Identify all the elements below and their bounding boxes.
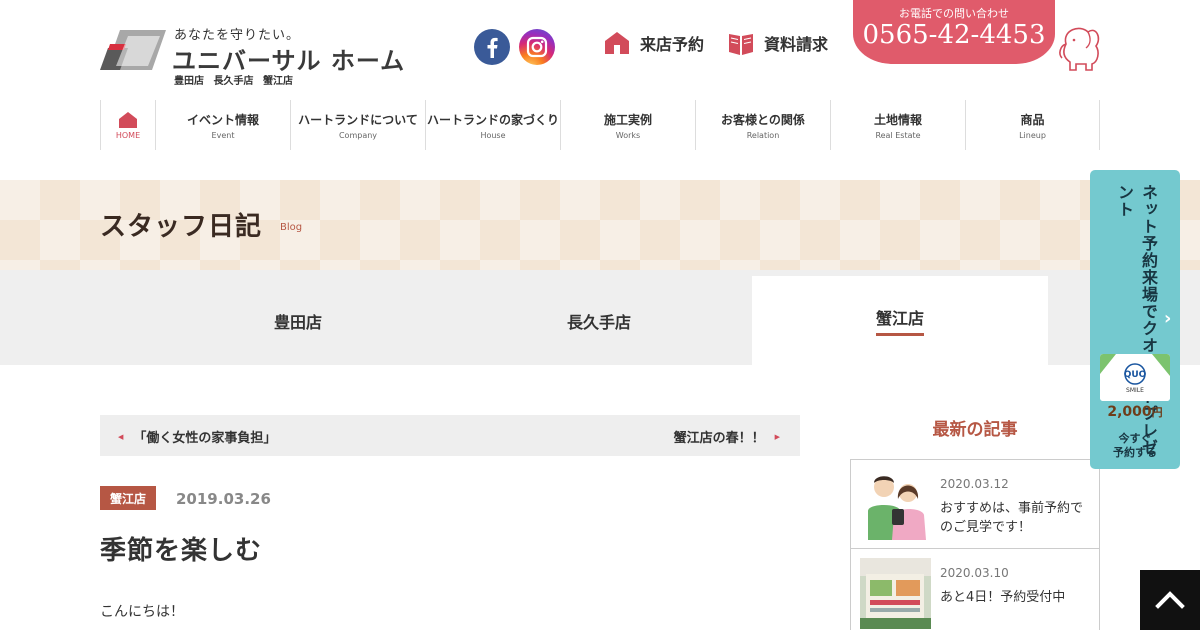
visit-reservation-link[interactable]: 来店予約 — [604, 28, 704, 58]
recent-post-date: 2020.03.10 — [940, 566, 1009, 580]
tab-label: 長久手店 — [566, 312, 631, 332]
nav-home[interactable]: HOME — [100, 100, 155, 150]
quo-sub-text: SMILE — [1126, 387, 1144, 394]
phone-label: お電話での問い合わせ — [899, 7, 1009, 20]
recent-post-date: 2020.03.12 — [940, 477, 1009, 491]
nav-label: ハートランドの家づくり — [426, 112, 559, 127]
next-post-title: 蟹江店の春！！ — [673, 431, 765, 446]
house-icon — [605, 32, 629, 54]
nav-house[interactable]: ハートランドの家づくり House — [425, 100, 560, 150]
next-post-link[interactable]: 蟹江店の春！！ ▶ — [674, 427, 780, 446]
nav-label: 土地情報 — [873, 112, 922, 127]
post-date: 2019.03.26 — [176, 490, 271, 508]
phone-contact[interactable]: お電話での問い合わせ 0565-42-4453 — [853, 0, 1055, 64]
arrow-left-icon: ◀ — [118, 432, 124, 441]
instagram-link[interactable] — [519, 29, 555, 65]
nav-sublabel: Works — [615, 130, 641, 140]
nav-relation[interactable]: お客様との関係 Relation — [695, 100, 830, 150]
nav-label: お客様との関係 — [721, 112, 805, 127]
sidebar-heading: 最新の記事 — [932, 420, 1018, 440]
quo-price-value: 2,000 — [1107, 404, 1152, 420]
prev-post-title: 「働く女性の家事負担」 — [133, 431, 277, 446]
arrow-up-icon — [1155, 591, 1185, 609]
nav-company[interactable]: ハートランドについて Company — [290, 100, 425, 150]
page-title: スタッフ日記 — [100, 212, 263, 242]
nav-label: イベント情報 — [186, 112, 259, 127]
nav-works[interactable]: 施工実例 Works — [560, 100, 695, 150]
recent-post-title: おすすめは、事前予約でのご見学です！ — [940, 501, 1084, 535]
quo-cta-line1: 今すぐ — [1118, 432, 1152, 445]
post-pager: ◀ 「働く女性の家事負担」 蟹江店の春！！ ▶ — [100, 415, 800, 456]
tab-label: 蟹江店 — [875, 305, 924, 336]
recent-post-item[interactable]: 2020.03.10 あと4日！予約受付中 — [851, 549, 1099, 630]
nav-label: ハートランドについて — [298, 112, 418, 127]
quo-card-image: QUO SMILE — [1100, 354, 1170, 401]
quo-price-unit: 円 — [1151, 406, 1163, 419]
nav-sublabel: Event — [211, 130, 235, 140]
tab-label: 豊田店 — [273, 312, 322, 332]
tab-nagakute[interactable]: 長久手店 — [451, 276, 747, 365]
phone-number: 0565-42-4453 — [862, 20, 1046, 50]
global-nav: HOME イベント情報 Event ハートランドについて Company ハート… — [100, 100, 1100, 150]
quo-card-promo-button[interactable]: ネット予約来場でクオカードプレゼント › QUO SMILE 2,000円 今す… — [1090, 170, 1180, 469]
request-documents-label: 資料請求 — [764, 35, 829, 54]
nav-sublabel: Company — [338, 130, 378, 140]
quo-promo-text: ネット予約来場でクオカードプレゼント — [1115, 184, 1158, 456]
recent-post-title: あと4日！予約受付中 — [940, 590, 1066, 605]
tab-toyota[interactable]: 豊田店 — [150, 276, 446, 365]
nav-sublabel: House — [480, 130, 506, 140]
quo-cta: 今すぐ 予約する — [1090, 432, 1180, 460]
nav-sublabel: Lineup — [1019, 130, 1046, 140]
back-to-top-button[interactable] — [1140, 570, 1200, 630]
tab-kanie[interactable]: 蟹江店 — [752, 276, 1048, 365]
nav-sublabel: Relation — [746, 130, 780, 140]
chevron-right-icon: › — [1164, 308, 1172, 329]
quo-cta-line2: 予約する — [1113, 446, 1157, 459]
quo-price: 2,000円 — [1090, 404, 1180, 420]
request-documents-link[interactable]: 資料請求 — [728, 28, 828, 58]
post-title: 季節を楽しむ — [100, 536, 263, 566]
logo-branches: 豊田店 長久手店 蟹江店 — [174, 76, 293, 87]
nav-home-label: HOME — [115, 130, 141, 140]
nav-lineup[interactable]: 商品 Lineup — [965, 100, 1100, 150]
arrow-right-icon: ▶ — [774, 432, 780, 441]
facebook-icon — [487, 37, 498, 58]
post-body: こんにちは！ — [100, 604, 184, 620]
nav-label: 施工実例 — [603, 112, 652, 127]
recent-post-item[interactable]: 2020.03.12 おすすめは、事前予約でのご見学です！ — [851, 460, 1099, 549]
page-subtitle: Blog — [280, 222, 303, 233]
elephant-icon — [1059, 27, 1100, 71]
post-thumbnail — [860, 558, 931, 629]
nav-sublabel: Real Estate — [875, 130, 921, 140]
book-icon — [729, 34, 753, 55]
nav-event[interactable]: イベント情報 Event — [155, 100, 290, 150]
quo-brand-text: QUO — [1124, 370, 1147, 380]
post-thumbnail — [860, 469, 931, 540]
facebook-link[interactable] — [474, 29, 510, 65]
site-logo[interactable]: あなたを守りたい。 ユニバーサル ホーム 豊田店 長久手店 蟹江店 — [100, 24, 404, 87]
logo-brand-name: ユニバーサル ホーム — [172, 47, 406, 75]
logo-mark-icon — [100, 30, 166, 70]
nav-label: 商品 — [1020, 112, 1045, 127]
home-icon — [119, 111, 137, 128]
category-badge[interactable]: 蟹江店 — [100, 486, 156, 510]
instagram-icon — [526, 36, 548, 58]
recent-posts-list: 2020.03.12 おすすめは、事前予約でのご見学です！ 2020.03.10… — [850, 459, 1100, 630]
nav-real-estate[interactable]: 土地情報 Real Estate — [830, 100, 965, 150]
store-tabs: 豊田店 長久手店 蟹江店 — [0, 270, 1200, 365]
visit-reservation-label: 来店予約 — [640, 35, 705, 54]
prev-post-link[interactable]: ◀ 「働く女性の家事負担」 — [118, 427, 276, 446]
page-banner: スタッフ日記 Blog — [0, 180, 1200, 270]
